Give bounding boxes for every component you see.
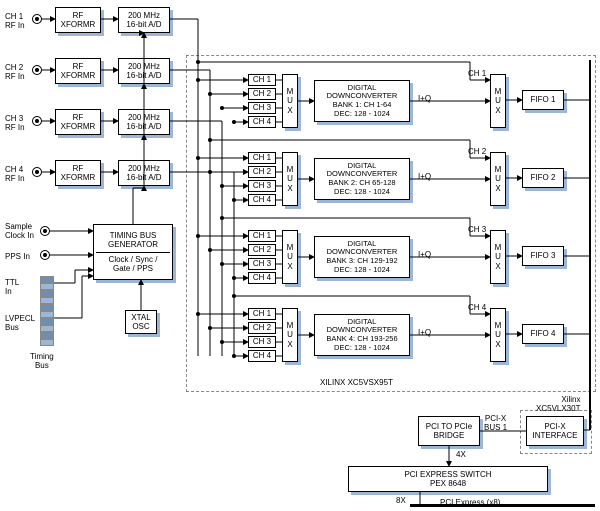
pci-express-bus — [410, 504, 595, 507]
wiring — [0, 0, 600, 511]
